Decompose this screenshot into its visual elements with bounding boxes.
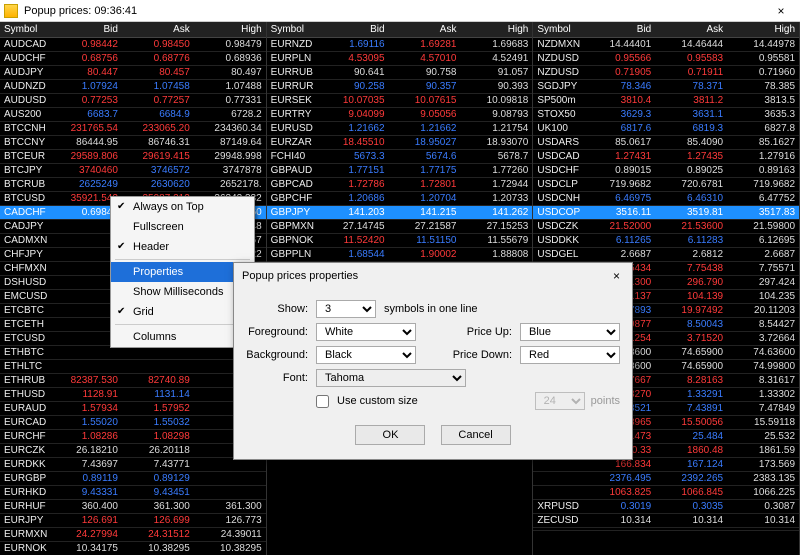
table-row[interactable]: BTCEUR29589.80629619.41529948.998 [0,150,266,164]
background-select[interactable]: Black [316,346,416,364]
cancel-button[interactable]: Cancel [441,425,511,445]
pricedown-label: Price Down: [450,349,520,361]
table-row[interactable]: EURTRY9.040999.050569.08793 [267,108,533,122]
menu-item[interactable]: ✔Header [111,237,254,257]
table-row[interactable]: GBPCAD1.727861.728011.72944 [267,178,533,192]
table-row[interactable]: AUDCHF0.687560.687760.68936 [0,52,266,66]
table-row[interactable]: USDCAD1.274311.274351.27916 [533,150,799,164]
table-row[interactable]: AUS2006683.76684.96728.2 [0,108,266,122]
table-row[interactable]: AUDUSD0.772530.772570.77331 [0,94,266,108]
table-row[interactable]: GBPMXN27.1474527.2158727.15253 [267,220,533,234]
table-row[interactable]: EURNOK10.3417510.3829510.38295 [0,542,266,555]
menu-item[interactable]: Fullscreen [111,217,254,237]
table-row[interactable]: EURAUD1.579341.57952 [0,402,266,416]
table-row[interactable]: STOX503629.33631.13635.3 [533,108,799,122]
table-row[interactable]: AUDJPY80.44780.45780.497 [0,66,266,80]
font-label: Font: [246,372,316,384]
table-row[interactable]: GBPAUD1.771511.771751.77260 [267,164,533,178]
table-row[interactable]: ETHUSD1128.911131.14 [0,388,266,402]
custom-size-checkbox[interactable] [316,395,329,408]
table-row[interactable]: EURUSD1.216621.216621.21754 [267,122,533,136]
dialog-titlebar: Popup prices properties × [234,263,632,289]
table-row[interactable]: GBPNOK11.5242011.5115011.55679 [267,234,533,248]
table-row[interactable]: GBPJPY141.203141.215141.262 [267,206,533,220]
table-row[interactable]: USDCZK21.5200021.5360021.59800 [533,220,799,234]
table-row[interactable]: EURGBP0.891190.89129 [0,472,266,486]
table-row[interactable] [533,531,799,534]
table-row[interactable]: USDDKK6.112656.112836.12695 [533,234,799,248]
table-row[interactable]: NZDUSD0.719050.719110.71960 [533,66,799,80]
table-row[interactable]: NZDMXN14.4440114.4644414.44978 [533,38,799,52]
table-row[interactable]: EURPLN4.530954.570104.52491 [267,52,533,66]
app-icon [4,4,18,18]
table-row[interactable]: USDCNH6.469756.463106.47752 [533,192,799,206]
table-row[interactable]: AUDCAD0.984420.984500.98479 [0,38,266,52]
pricedown-select[interactable]: Red [520,346,620,364]
table-row[interactable]: FCHI405673.35674.65678.7 [267,150,533,164]
table-row[interactable]: EURCAD1.550201.55032 [0,416,266,430]
table-row[interactable]: UK1006817.66819.36827.8 [533,122,799,136]
table-row[interactable]: BTCCNH231765.54233065.20234360.34 [0,122,266,136]
show-label: Show: [246,303,316,315]
table-row[interactable]: 2376.4952392.2652383.135 [533,472,799,486]
table-row[interactable]: BTCJPY374046037465723747878 [0,164,266,178]
table-row[interactable]: EURDKK7.436977.43771 [0,458,266,472]
close-icon[interactable]: × [766,4,796,18]
custom-size-label: Use custom size [337,395,418,407]
table-row[interactable]: EURCZK26.1821026.20118 [0,444,266,458]
table-row[interactable]: EURSEK10.0703510.0761510.09818 [267,94,533,108]
show-select[interactable]: 3 [316,300,376,318]
foreground-select[interactable]: White [316,323,416,341]
menu-item[interactable]: ✔Always on Top [111,197,254,217]
ok-button[interactable]: OK [355,425,425,445]
table-row[interactable]: USDCOP3516.113519.813517.83 [533,206,799,220]
table-row[interactable]: SGDJPY78.34678.37178.385 [533,80,799,94]
table-row[interactable]: GBPCHF1.206861.207041.20733 [267,192,533,206]
properties-dialog: Popup prices properties × Show: 3 symbol… [233,262,633,460]
table-row[interactable]: GBPPLN1.685441.900021.88808 [267,248,533,262]
table-row[interactable]: BTCRUB262524926306202652178. [0,178,266,192]
table-row[interactable]: AUDNZD1.079241.074581.07488 [0,80,266,94]
background-label: Background: [246,349,316,361]
table-row[interactable]: NZDUSD0.955660.955830.95581 [533,52,799,66]
foreground-label: Foreground: [246,326,316,338]
title-bar: Popup prices: 09:36:41 × [0,0,800,22]
table-row[interactable]: USDARS85.061785.409085.1627 [533,136,799,150]
table-row[interactable]: EURZAR18.4551018.9502718.93070 [267,136,533,150]
font-select[interactable]: Tahoma [316,369,466,387]
table-row[interactable]: USDCLP719.9682720.6781719.9682 [533,178,799,192]
table-row[interactable]: SP500m3810.43811.23813.5 [533,94,799,108]
table-row[interactable]: EURCHF1.082861.08298 [0,430,266,444]
dialog-close-icon[interactable]: × [609,269,624,283]
show-suffix: symbols in one line [384,303,478,315]
table-row[interactable]: EURHKD9.433319.43451 [0,486,266,500]
table-row[interactable]: ZECUSD10.31410.31410.314 [533,514,799,528]
dialog-title: Popup prices properties [242,270,609,282]
table-row[interactable]: ETHLTC [0,360,266,374]
table-row[interactable]: EURRUB90.64190.75891.057 [267,66,533,80]
table-row[interactable]: USDCHF0.890150.890250.89163 [533,164,799,178]
table-row[interactable]: EURRUR90.25890.35790.393 [267,80,533,94]
priceup-select[interactable]: Blue [520,323,620,341]
points-label: points [591,395,620,407]
table-row[interactable]: EURJPY126.691126.699126.773 [0,514,266,528]
window-title: Popup prices: 09:36:41 [24,5,766,17]
custom-size-select[interactable]: 24 [535,392,585,410]
table-row[interactable]: ETHRUB82387.53082740.89 [0,374,266,388]
table-row[interactable]: 1063.8251066.8451066.225 [533,486,799,500]
priceup-label: Price Up: [450,326,520,338]
table-row[interactable]: EURNZD1.691161.692811.69683 [267,38,533,52]
table-row[interactable]: EURMXN24.2799424.3151224.39011 [0,528,266,542]
table-row[interactable]: BTCCNY86444.9586746.3187149.64 [0,136,266,150]
table-row[interactable]: USDGEL2.66872.68122.6687 [533,248,799,262]
